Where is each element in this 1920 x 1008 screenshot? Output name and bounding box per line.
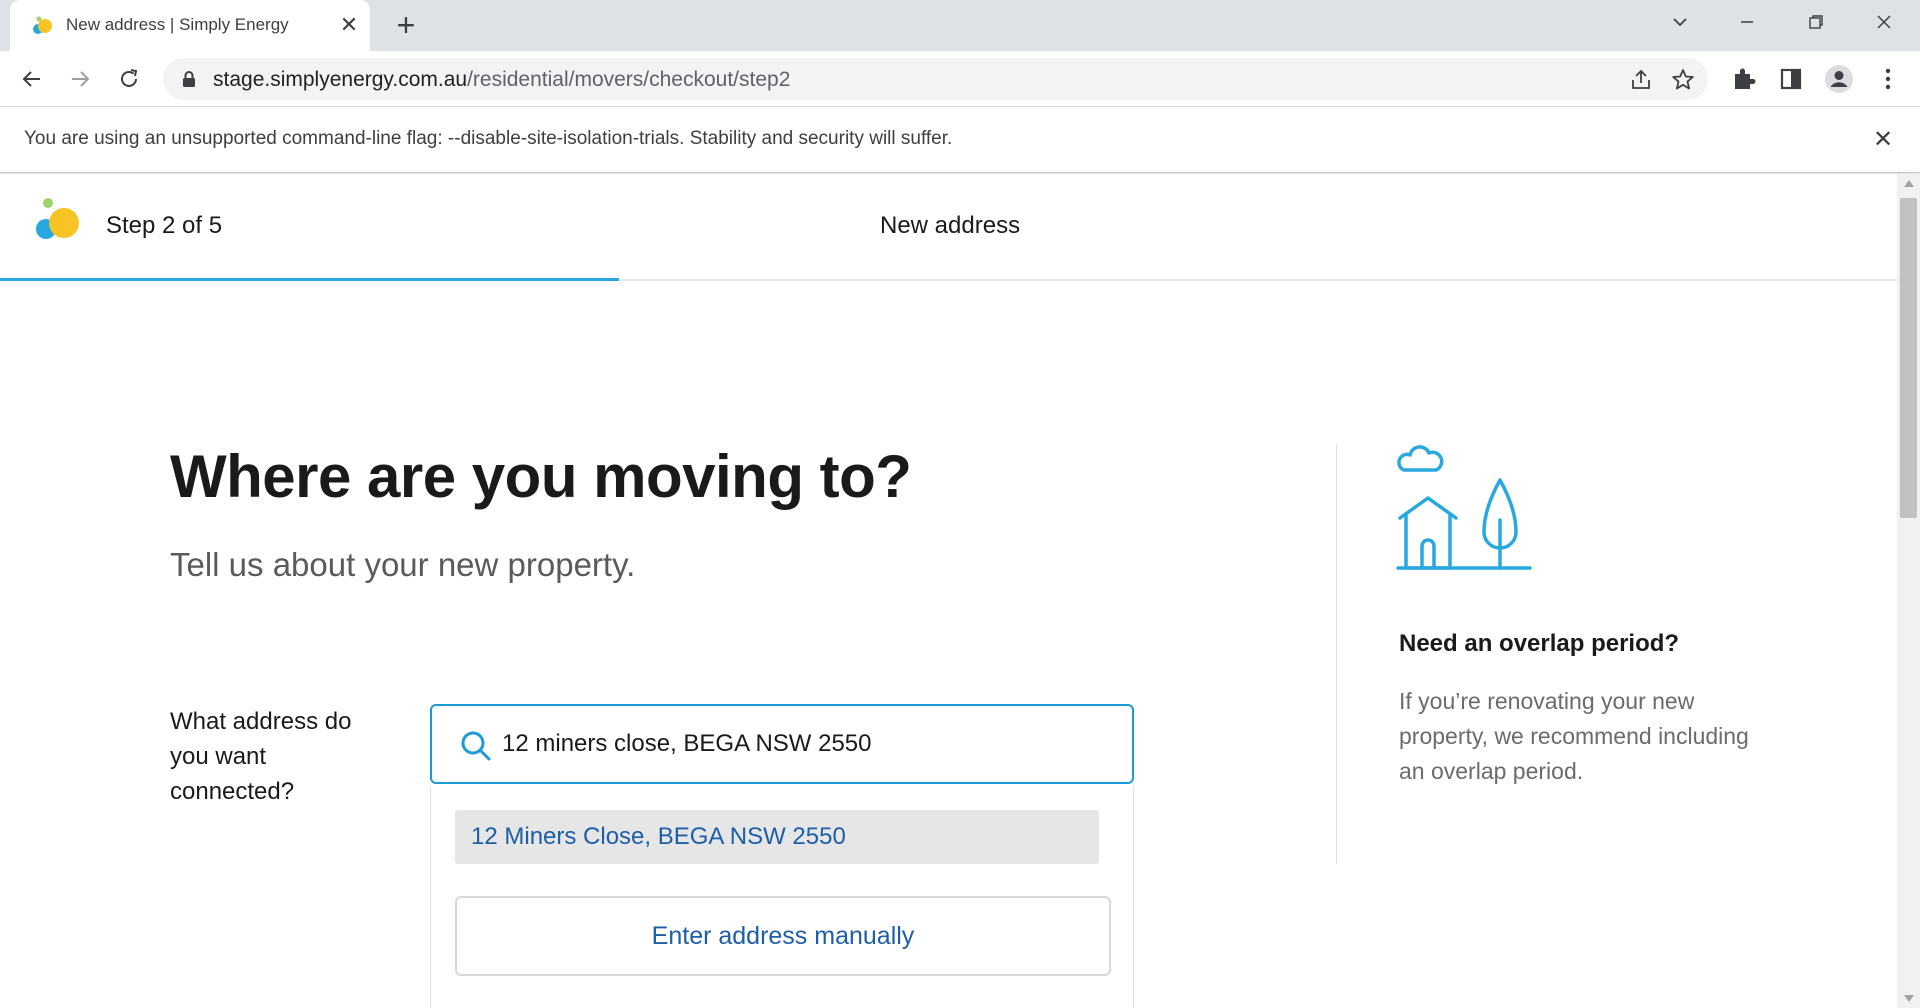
bookmark-star-icon[interactable] bbox=[1669, 66, 1697, 94]
minimize-icon[interactable] bbox=[1729, 8, 1765, 44]
search-icon bbox=[461, 731, 491, 761]
progress-bar-fill bbox=[0, 278, 619, 281]
back-icon[interactable] bbox=[13, 60, 51, 98]
restore-icon[interactable] bbox=[1798, 8, 1834, 44]
scrollbar-thumb[interactable] bbox=[1900, 198, 1917, 518]
simply-energy-favicon-icon bbox=[33, 16, 52, 34]
column-divider bbox=[1336, 444, 1337, 864]
address-suggestion-item[interactable]: 12 Miners Close, BEGA NSW 2550 bbox=[455, 810, 1099, 864]
scroll-down-icon[interactable] bbox=[1904, 995, 1914, 1002]
address-search-input[interactable] bbox=[502, 720, 1102, 768]
profile-avatar-icon[interactable] bbox=[1823, 63, 1855, 95]
reload-icon[interactable] bbox=[110, 60, 148, 98]
infobar-close-icon[interactable]: ✕ bbox=[1868, 125, 1898, 155]
step-indicator: Step 2 of 5 bbox=[106, 212, 223, 239]
url-host: stage.simplyenergy.com.au bbox=[213, 68, 468, 91]
house-tree-cloud-icon bbox=[1396, 445, 1532, 570]
address-suggestions-dropdown: 12 Miners Close, BEGA NSW 2550 Enter add… bbox=[430, 786, 1134, 1008]
browser-tab-strip: New address | Simply Energy ✕ + bbox=[0, 0, 1920, 51]
tab-close-icon[interactable]: ✕ bbox=[336, 12, 362, 38]
close-window-icon[interactable] bbox=[1866, 8, 1902, 44]
page-scrollbar[interactable] bbox=[1897, 174, 1920, 1008]
page-viewport: Step 2 of 5 New address Where are you mo… bbox=[0, 174, 1897, 1008]
overlap-title: Need an overlap period? bbox=[1399, 630, 1680, 657]
side-panel-icon[interactable] bbox=[1775, 63, 1807, 95]
page-title: Where are you moving to? bbox=[170, 443, 912, 510]
browser-tab[interactable]: New address | Simply Energy ✕ bbox=[10, 0, 370, 51]
forward-icon[interactable] bbox=[61, 60, 99, 98]
enter-address-manually-button[interactable]: Enter address manually bbox=[455, 896, 1111, 976]
lock-icon[interactable] bbox=[179, 69, 199, 89]
checkout-progress-header: Step 2 of 5 New address bbox=[0, 174, 1897, 282]
more-menu-icon[interactable] bbox=[1872, 63, 1904, 95]
unsupported-flag-infobar: You are using an unsupported command-lin… bbox=[0, 107, 1920, 173]
new-tab-icon[interactable]: + bbox=[390, 9, 422, 42]
url-path: /residential/movers/checkout/step2 bbox=[467, 68, 791, 91]
share-icon[interactable] bbox=[1627, 66, 1655, 94]
address-search-box[interactable] bbox=[430, 704, 1134, 784]
page-subtitle: Tell us about your new property. bbox=[170, 546, 636, 583]
overlap-description: If you’re renovating your new property, … bbox=[1399, 688, 1749, 784]
scroll-up-icon[interactable] bbox=[1904, 180, 1914, 187]
url-text[interactable]: stage.simplyenergy.com.au/residential/mo… bbox=[213, 68, 790, 92]
tab-title: New address | Simply Energy bbox=[66, 15, 289, 34]
tab-search-icon[interactable] bbox=[1662, 8, 1698, 44]
simply-energy-logo-icon bbox=[36, 198, 79, 239]
address-bar[interactable]: stage.simplyenergy.com.au/residential/mo… bbox=[163, 58, 1708, 100]
step-name: New address bbox=[880, 212, 1021, 239]
extensions-icon[interactable] bbox=[1728, 63, 1760, 95]
browser-toolbar: stage.simplyenergy.com.au/residential/mo… bbox=[0, 51, 1920, 107]
address-field-label: What address do you want connected? bbox=[170, 708, 352, 805]
infobar-message: You are using an unsupported command-lin… bbox=[24, 128, 953, 149]
